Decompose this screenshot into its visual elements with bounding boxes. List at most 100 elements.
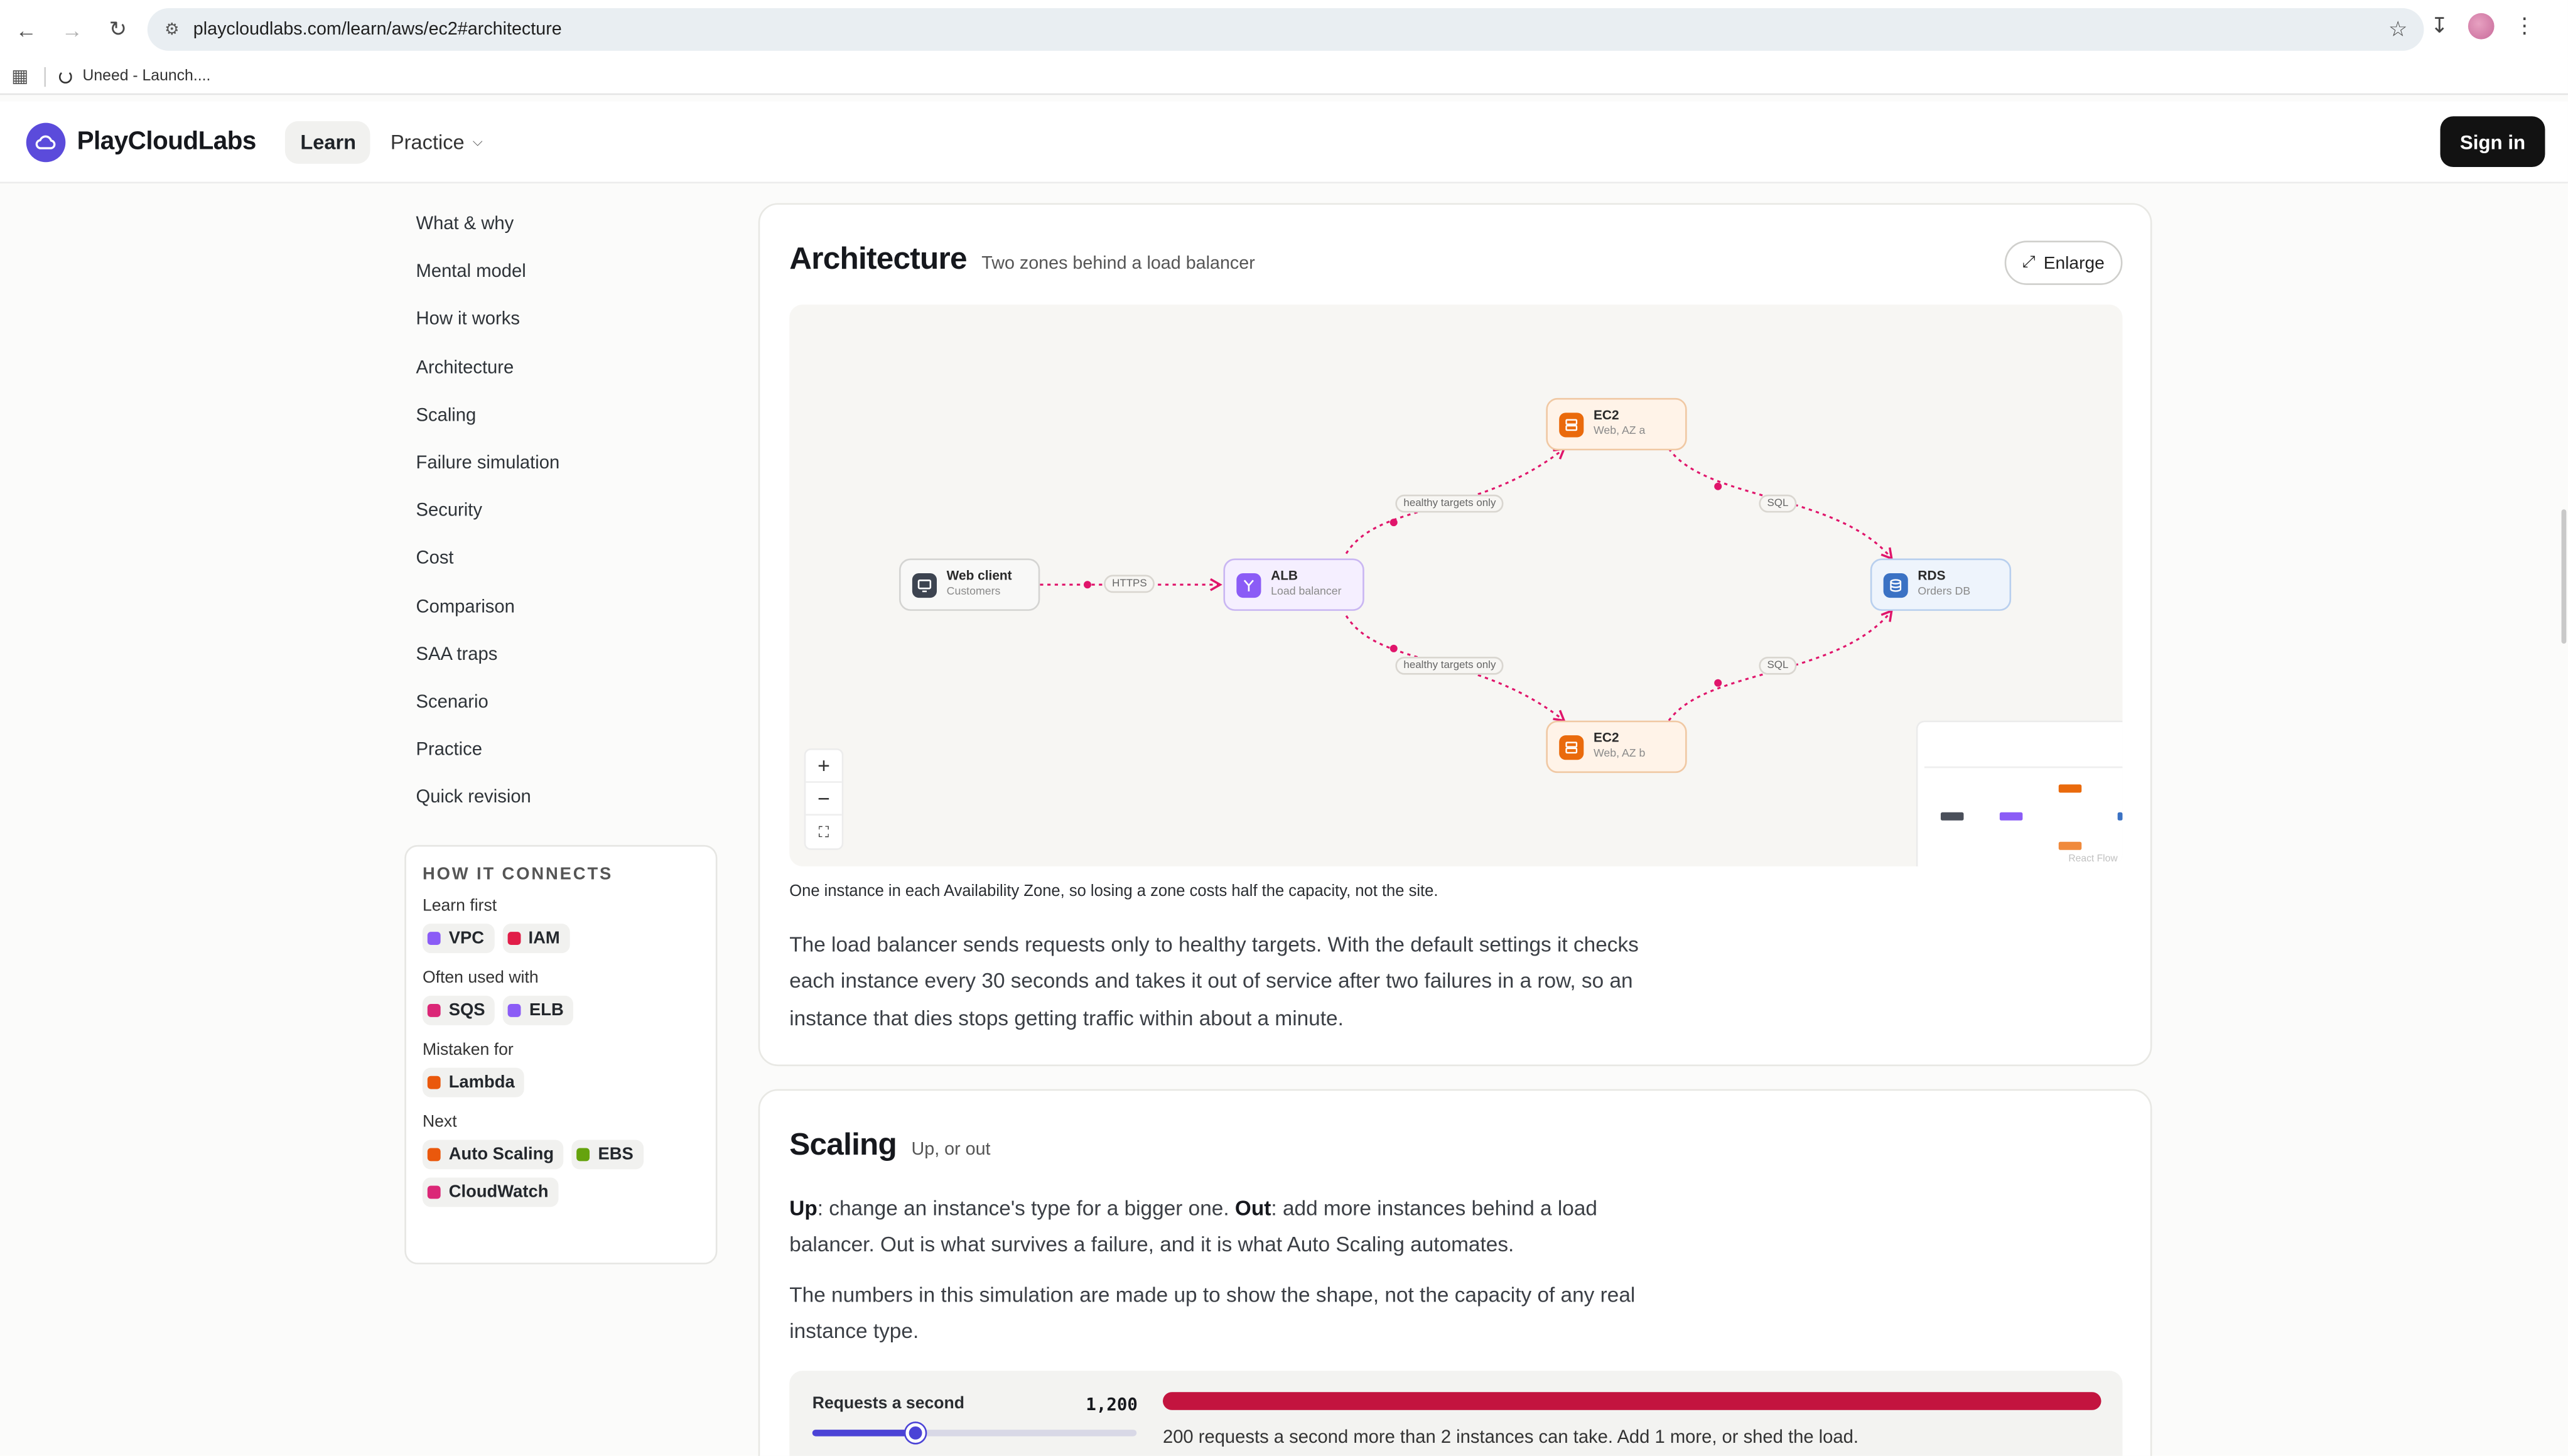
toc-item[interactable]: Mental model <box>416 257 744 305</box>
slider-thumb[interactable] <box>906 1423 926 1443</box>
node-subtitle: Customers <box>946 586 1001 598</box>
edge-dot <box>1389 644 1398 652</box>
fit-view-icon[interactable]: ⛶ <box>806 816 841 848</box>
architecture-diagram[interactable]: HTTPS healthy targets only healthy targe… <box>789 305 2123 866</box>
toc-item[interactable]: Comparison <box>416 592 744 640</box>
toc-item[interactable]: How it works <box>416 305 744 353</box>
brand-name[interactable]: PlayCloudLabs <box>77 127 257 156</box>
chip-label: Auto Scaling <box>448 1145 554 1165</box>
chip-label: VPC <box>448 928 485 949</box>
site-header: PlayCloudLabs Learn Practice ⌵ Sign in <box>0 101 2568 184</box>
scaling-simulator: Requests a second 1,200 200 requests a s… <box>789 1371 2123 1456</box>
chevron-down-icon: ⌵ <box>472 133 483 149</box>
topic-chip[interactable]: Lambda <box>422 1067 525 1097</box>
monitor-icon <box>912 572 937 597</box>
react-flow-attribution[interactable]: React Flow <box>2068 855 2117 865</box>
term-out: Out <box>1234 1195 1271 1221</box>
requests-value: 1,200 <box>1086 1395 1138 1415</box>
enlarge-button[interactable]: ⤢ Enlarge <box>2004 240 2123 285</box>
node-title: EC2 <box>1593 730 1619 745</box>
page-scrollbar[interactable] <box>2561 509 2567 644</box>
sign-in-button[interactable]: Sign in <box>2440 116 2545 168</box>
topic-chip[interactable]: CloudWatch <box>422 1177 559 1207</box>
zoom-in-button[interactable]: + <box>806 750 842 783</box>
reload-icon[interactable]: ↻ <box>102 13 134 46</box>
back-icon[interactable]: ← <box>10 13 43 46</box>
slider-fill <box>812 1430 917 1437</box>
nav-practice[interactable]: Practice ⌵ <box>391 130 483 153</box>
cloud-logo-icon[interactable] <box>26 122 66 161</box>
node-title: RDS <box>1918 568 1946 583</box>
next-label: Next <box>422 1113 457 1132</box>
requests-slider[interactable] <box>812 1423 1137 1443</box>
term-up: Up <box>789 1195 817 1221</box>
edge-label-https: HTTPS <box>1104 574 1155 593</box>
node-rds[interactable]: RDS Orders DB <box>1870 558 2012 611</box>
minimap-node <box>1999 812 2023 821</box>
apps-grid-icon[interactable]: ▦ <box>11 65 28 87</box>
nav-learn[interactable]: Learn <box>285 120 371 163</box>
bookmark-uneed[interactable]: Uneed - Launch.... <box>59 67 211 85</box>
node-alb[interactable]: ALB Load balancer <box>1223 558 1364 611</box>
url-text[interactable]: playcloudlabs.com/learn/aws/ec2#architec… <box>193 19 562 39</box>
edge-label-healthy-b: healthy targets only <box>1395 656 1504 675</box>
toc-item[interactable]: Scenario <box>416 688 744 735</box>
zoom-out-button[interactable]: − <box>806 783 842 816</box>
topic-chip[interactable]: VPC <box>422 924 494 954</box>
toc-item[interactable]: Quick revision <box>416 783 744 831</box>
chip-color-dot <box>508 1003 521 1017</box>
chip-color-dot <box>427 1185 441 1199</box>
edge-dot <box>1714 679 1722 687</box>
toc-item[interactable]: SAA traps <box>416 640 744 688</box>
toc-item[interactable]: Practice <box>416 735 744 783</box>
toc-item[interactable]: Architecture <box>416 353 744 401</box>
toc-item[interactable]: Cost <box>416 544 744 592</box>
nav-practice-label: Practice <box>390 130 465 153</box>
toc-item[interactable]: Failure simulation <box>416 449 744 497</box>
edge-dot <box>1389 519 1398 527</box>
node-ec2-az-b[interactable]: EC2 Web, AZ b <box>1546 720 1687 774</box>
node-subtitle: Web, AZ b <box>1593 748 1646 760</box>
toc-item[interactable]: Security <box>416 497 744 544</box>
architecture-paragraph: The load balancer sends requests only to… <box>789 932 1639 1030</box>
scaling-section: Scaling Up, or out Up: change an instanc… <box>758 1089 2152 1456</box>
learn-first-label: Learn first <box>422 897 497 916</box>
requests-label: Requests a second <box>812 1395 964 1414</box>
topic-chip[interactable]: Auto Scaling <box>422 1140 564 1170</box>
download-icon[interactable]: ↧ <box>2430 13 2448 40</box>
scaling-paragraph-2: The numbers in this simulation are made … <box>789 1282 1636 1344</box>
edge-label-healthy-a: healthy targets only <box>1395 494 1504 513</box>
node-subtitle: Load balancer <box>1271 586 1342 598</box>
minimap[interactable]: React Flow <box>1918 722 2123 866</box>
capacity-message: 200 requests a second more than 2 instan… <box>1162 1428 1859 1448</box>
learn-first-chips: VPC IAM <box>422 924 716 954</box>
how-it-connects-panel: HOW IT CONNECTS Learn first VPC IAM Often… <box>404 844 718 1265</box>
mistaken-for-chips: Lambda <box>422 1067 716 1097</box>
chip-label: EBS <box>598 1145 634 1165</box>
forward-icon[interactable]: → <box>56 13 89 46</box>
topic-chip[interactable]: ELB <box>503 995 574 1025</box>
address-bar[interactable]: ⚙ playcloudlabs.com/learn/aws/ec2#archit… <box>147 8 2424 51</box>
minimap-node <box>2058 841 2082 850</box>
section-title: Scaling <box>789 1128 897 1163</box>
toc-item[interactable]: Scaling <box>416 401 744 448</box>
server-icon <box>1559 412 1584 437</box>
topic-chip[interactable]: EBS <box>571 1140 644 1170</box>
node-title: Web client <box>946 568 1012 583</box>
toc-item[interactable]: What & why <box>416 210 744 257</box>
chip-label: IAM <box>528 928 560 949</box>
diagram-caption: One instance in each Availability Zone, … <box>789 882 1438 901</box>
node-title: ALB <box>1271 568 1298 583</box>
topic-chip[interactable]: SQS <box>422 995 495 1025</box>
node-ec2-az-a[interactable]: EC2 Web, AZ a <box>1546 397 1687 451</box>
node-subtitle: Orders DB <box>1918 586 1971 598</box>
architecture-section: Architecture Two zones behind a load bal… <box>758 203 2152 1067</box>
bookmark-star-icon[interactable]: ☆ <box>2388 17 2407 41</box>
kebab-menu-icon[interactable]: ⋮ <box>2514 13 2535 40</box>
profile-avatar[interactable] <box>2468 13 2495 40</box>
topic-chip[interactable]: IAM <box>502 924 570 954</box>
site-settings-icon[interactable]: ⚙ <box>161 18 184 41</box>
section-subtitle: Two zones behind a load balancer <box>981 254 1255 274</box>
bookmark-label: Uneed - Launch.... <box>82 67 211 85</box>
node-web-client[interactable]: Web client Customers <box>899 558 1040 611</box>
